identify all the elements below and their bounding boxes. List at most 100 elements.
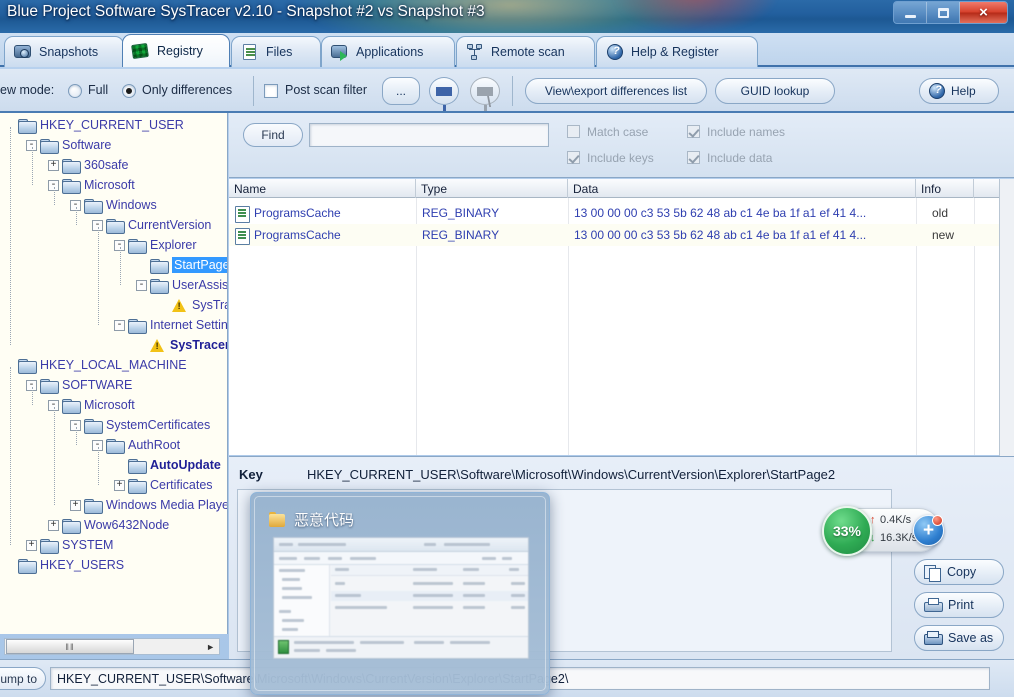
tree-item-wow6432node[interactable]: + Wow6432Node [48,515,169,535]
minimize-button[interactable] [894,2,927,23]
folder-icon [128,458,147,474]
expand-icon[interactable]: + [26,539,37,551]
row-data: 13 00 00 00 c3 53 5b 62 48 ab c1 4e ba 1… [574,228,867,242]
view-export-differences-button[interactable]: View\export differences list [525,78,707,104]
warning-icon [172,298,187,312]
tree-item-explorer[interactable]: - Explorer [114,235,197,255]
tree-item-windows-media-player[interactable]: + Windows Media Player [70,495,228,515]
column-header-type[interactable]: Type [416,179,568,198]
add-widget-button[interactable]: + [913,515,944,546]
guid-lookup-button[interactable]: GUID lookup [715,78,835,104]
thumbnail-image[interactable] [273,537,529,659]
tree-item-systracer[interactable]: SysTracer [136,335,227,355]
copy-button[interactable]: Copy [914,559,1004,585]
application-icon [331,44,349,61]
tree-item-microsoft[interactable]: - Microsoft [48,175,135,195]
tree-guide-line [32,387,33,405]
include-keys-label: Include keys [587,151,654,165]
include-names-label: Include names [707,125,786,139]
tree-item-system[interactable]: + SYSTEM [26,535,113,555]
maximize-button[interactable] [927,2,960,23]
tree-item-startpage2[interactable]: StartPage2 [136,255,227,275]
column-header-info[interactable]: Info [916,179,974,198]
funnel-clear-icon: \ [477,86,493,111]
printer-icon [924,598,943,612]
folder-icon [40,538,59,554]
include-keys-checkbox[interactable] [567,151,580,164]
column-header-name[interactable]: Name [229,179,416,198]
folder-icon [18,558,37,574]
clear-filter-button[interactable]: \ [470,77,500,111]
collapse-icon[interactable]: - [114,319,125,331]
results-grid[interactable]: ProgramsCache REG_BINARY 13 00 00 00 c3 … [229,198,1014,455]
cpu-usage-gauge[interactable]: 33% [822,506,872,556]
tree-item-software[interactable]: - SOFTWARE [26,375,132,395]
tab-help-register[interactable]: Help & Register [596,36,758,67]
tab-strip: Snapshots Registry Files Applications Re… [0,33,1014,67]
find-button[interactable]: Find [243,123,303,147]
scrollbar-thumb[interactable]: ‖‖ [6,639,134,654]
save-as-button[interactable]: Save as [914,625,1004,651]
tab-remote-scan[interactable]: Remote scan [456,36,595,67]
tree-item-label: HKEY_LOCAL_MACHINE [40,358,187,372]
tree-item-label: Explorer [150,238,197,252]
tree-item-hkey-users[interactable]: HKEY_USERS [4,555,124,575]
column-header-data[interactable]: Data [568,179,916,198]
tree-item-userassist[interactable]: - UserAssist [136,275,227,295]
key-value: HKEY_CURRENT_USER\Software\Microsoft\Win… [307,467,836,482]
tab-help-register-label: Help & Register [631,45,719,59]
expand-icon[interactable]: + [48,519,59,531]
tree-item-windows[interactable]: - Windows [70,195,157,215]
tree-item-certificates[interactable]: + Certificates [114,475,213,495]
expand-icon[interactable]: + [114,479,125,491]
tree-item-label: SYSTEM [62,538,114,552]
tree-item-internet-settings[interactable]: - Internet Settings [114,315,227,335]
thumb-explorer-addressbar [274,538,528,552]
find-input[interactable] [309,123,549,147]
tree-item-hkey-local-machine[interactable]: HKEY_LOCAL_MACHINE [4,355,187,375]
tree-item-360safe[interactable]: +360safe [48,155,128,175]
taskbar-thumbnail-preview[interactable]: 恶意代码 [250,492,550,695]
tree-item-systracer[interactable]: SysTracer [158,295,227,315]
collapse-icon[interactable]: - [136,279,147,291]
tab-registry[interactable]: Registry [122,34,230,67]
tree-item-systemcertificates[interactable]: - SystemCertificates [70,415,210,435]
close-button[interactable]: × [960,2,1007,23]
expand-icon[interactable]: + [70,499,81,511]
include-data-checkbox[interactable] [687,151,700,164]
print-button[interactable]: Print [914,592,1004,618]
key-label: Key [239,467,263,482]
match-case-checkbox[interactable] [567,125,580,138]
tree-horizontal-scrollbar[interactable]: ‖‖ ► [4,638,220,655]
table-row[interactable]: ProgramsCache REG_BINARY 13 00 00 00 c3 … [229,202,1014,224]
post-scan-filter-ellipsis-button[interactable]: ... [382,77,420,105]
view-mode-only-differences-radio[interactable] [122,84,136,98]
expand-icon[interactable]: + [48,159,59,171]
scroll-right-arrow-icon[interactable]: ► [206,642,215,652]
apply-filter-button[interactable] [429,77,459,111]
network-speed-widget[interactable]: 33% ↑ 0.4K/s ↓ 16.3K/s + [822,506,944,556]
tree-guide-line [98,227,99,325]
tab-snapshots[interactable]: Snapshots [4,36,124,67]
registry-tree-panel[interactable]: HKEY_CURRENT_USER - Software +360safe - Micro… [0,113,228,634]
post-scan-filter-checkbox[interactable] [264,84,278,98]
view-mode-full-label: Full [88,83,109,97]
table-row[interactable]: ProgramsCache REG_BINARY 13 00 00 00 c3 … [229,224,1014,246]
tab-files[interactable]: Files [231,36,321,67]
toolbar: ew mode: Full Only differences Post scan… [0,69,1014,113]
tree-item-microsoft[interactable]: - Microsoft [48,395,135,415]
tree-item-label: Software [62,138,112,152]
tree-item-label: Windows Media Player [106,498,228,512]
view-mode-full-radio[interactable] [68,84,82,98]
tree-item-hkey-current-user[interactable]: HKEY_CURRENT_USER [4,115,184,135]
tree-item-authroot[interactable]: - AuthRoot [92,435,180,455]
tree-item-label: SystemCertificates [106,418,211,432]
title-bar-glow-secondary [610,0,780,33]
tree-item-software[interactable]: - Software [26,135,111,155]
tree-item-currentversion[interactable]: - CurrentVersion [92,215,211,235]
help-button[interactable]: Help [919,78,999,104]
tab-applications[interactable]: Applications [321,36,455,67]
jump-to-button[interactable]: ump to [0,667,46,690]
include-names-checkbox[interactable] [687,125,700,138]
tree-item-autoupdate[interactable]: AutoUpdate [114,455,221,475]
